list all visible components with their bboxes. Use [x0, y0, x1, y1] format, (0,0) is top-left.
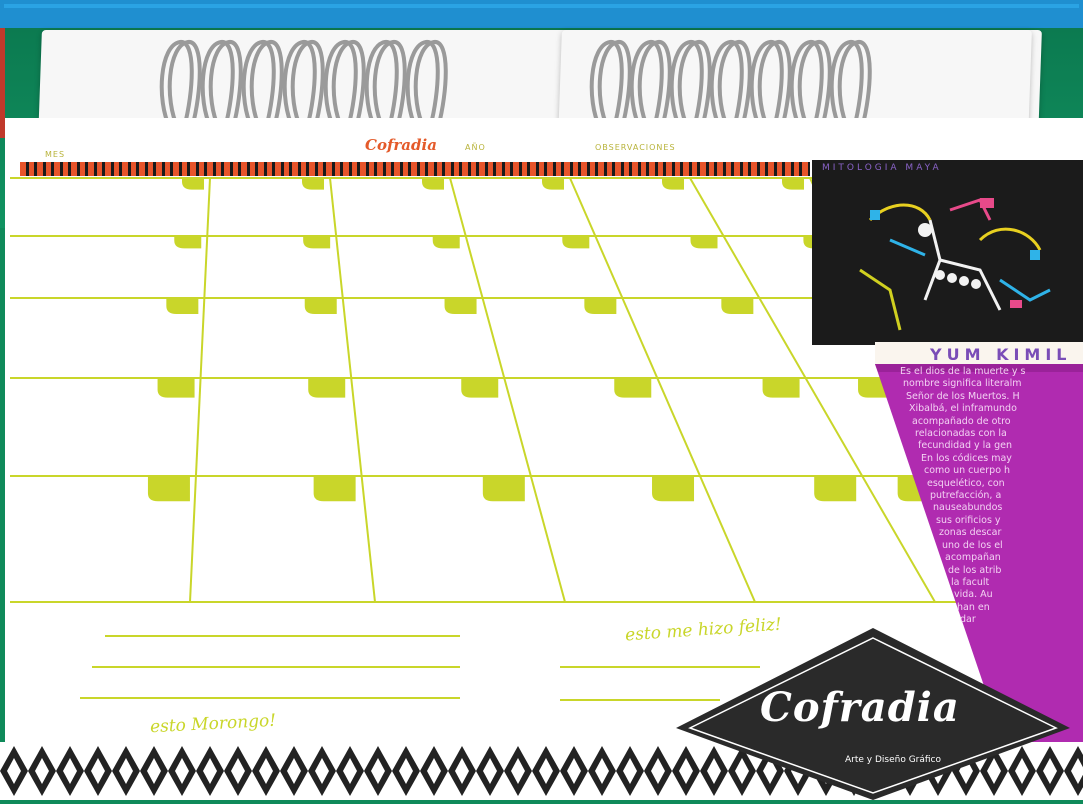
description-line: En los códices may: [921, 452, 1012, 464]
description-line: sus orificios y: [936, 514, 1001, 526]
description-line: han en: [957, 601, 990, 613]
description-line: relacionadas con la: [915, 428, 1007, 440]
deity-name: YUM KIMIL: [930, 345, 1072, 364]
description-line: de los atrib: [948, 564, 1002, 576]
series-title: MITOLOGIA MAYA: [822, 163, 942, 173]
description-line: putrefacción, a: [930, 490, 1002, 502]
logo-tagline: Arte y Diseño Gráfico: [845, 755, 942, 765]
description-line: acompañado de otro: [912, 415, 1011, 427]
description-line: la facult: [951, 576, 990, 588]
description-line: zonas descar: [939, 527, 1002, 539]
description-line: acompañan: [945, 552, 1001, 564]
description-line: vida. Au: [954, 589, 993, 601]
logo-wordmark: Cofradia: [760, 684, 960, 731]
description-line: Señor de los Muertos. H: [906, 390, 1020, 402]
description-line: nombre significa literalm: [903, 378, 1022, 390]
description-line: dar: [960, 614, 976, 626]
description-line: como un cuerpo h: [924, 465, 1011, 477]
description-line: Es el dios de la muerte y s: [900, 366, 1026, 377]
description-line: uno de los el: [942, 539, 1003, 551]
description-line: fecundidad y la gen: [918, 440, 1013, 452]
description-line: Xibalbá, el inframundo: [909, 403, 1017, 415]
deity-illustration: [859, 198, 1051, 331]
description-line: esquelético, con: [927, 477, 1005, 489]
description-line: nauseabundos: [933, 502, 1003, 514]
deity-description: Es el dios de la muerte y s nombre signif…: [900, 366, 1080, 627]
